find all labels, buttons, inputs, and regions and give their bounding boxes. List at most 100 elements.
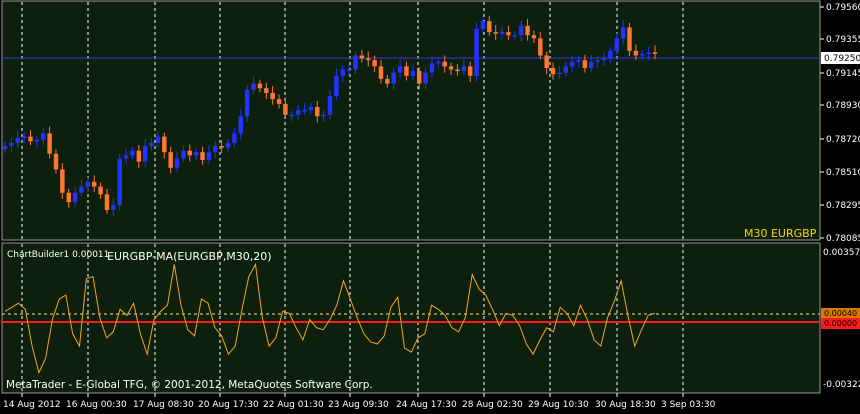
time-tick-label: 14 Aug 2012 <box>3 400 61 410</box>
candle-body <box>346 69 352 72</box>
candle-body <box>123 155 129 159</box>
candle-body <box>467 66 473 76</box>
candle-body <box>283 103 288 115</box>
candle-body <box>423 72 428 84</box>
candle-body <box>455 69 460 72</box>
candle-body <box>257 83 263 89</box>
level-marker-0.0004: 0.00040 <box>821 308 860 319</box>
main-panel[interactable] <box>1 0 821 241</box>
candle-body <box>385 78 390 84</box>
candle-body <box>589 61 594 68</box>
time-tick-label: 30 Aug 18:30 <box>595 400 656 410</box>
candle-body <box>225 142 231 148</box>
price-tick-label: 0.78510 <box>826 168 860 178</box>
candle-body <box>162 136 167 153</box>
candle-body <box>276 99 282 104</box>
candle-body <box>155 136 161 143</box>
candle-body <box>366 58 371 61</box>
candle-body <box>531 35 537 39</box>
candle-body <box>85 181 91 187</box>
candle-body <box>608 50 613 59</box>
candle-body <box>130 150 135 156</box>
candle-body <box>448 66 454 70</box>
candle-body <box>41 133 46 140</box>
candle-body <box>569 61 575 67</box>
candle-body <box>9 142 14 146</box>
time-tick-label: 29 Aug 10:30 <box>528 400 589 410</box>
time-tick-label: 3 Sep 03:30 <box>661 400 716 410</box>
candle-body <box>391 72 396 84</box>
candle-body <box>111 205 116 210</box>
candle-body <box>232 133 237 143</box>
candle-body <box>181 150 186 159</box>
candle-body <box>149 142 154 146</box>
candle-body <box>544 55 549 68</box>
time-tick-label: 17 Aug 08:30 <box>133 400 194 410</box>
copyright-label: MetaTrader - E-Global TFG, © 2001-2012, … <box>6 379 373 391</box>
candle-body <box>474 28 479 76</box>
candle-body <box>2 145 8 150</box>
candle-body <box>264 88 269 93</box>
indicator-formula-label: EURGBP-MA(EURGBP,M30,20) <box>107 250 272 263</box>
price-tick-label: 0.78720 <box>826 135 860 145</box>
candle-body <box>640 53 645 56</box>
candle-body <box>652 52 658 54</box>
candle-body <box>633 50 639 56</box>
time-tick-label: 28 Aug 02:30 <box>462 400 523 410</box>
chart-canvas[interactable]: 0.79560 0.79355 0.79145 0.78930 0.78720 0.785… <box>0 0 860 410</box>
level-label-0.0004: 0.00040 <box>824 309 857 318</box>
price-tick-label: 0.79145 <box>826 69 860 79</box>
time-tick-label: 22 Aug 01:30 <box>263 400 324 410</box>
candle-body <box>487 21 492 33</box>
candle-body <box>410 71 416 76</box>
candle-body <box>627 27 632 51</box>
candle-body <box>518 25 524 36</box>
candle-body <box>315 106 320 117</box>
candle-body <box>270 92 275 100</box>
candle-body <box>461 66 467 72</box>
candle-body <box>378 66 384 79</box>
candle-body <box>219 145 224 148</box>
candle-body <box>436 61 441 64</box>
candle-body <box>480 21 486 29</box>
candle-body <box>308 106 314 111</box>
candle-body <box>72 192 78 203</box>
candle-body <box>442 61 447 67</box>
candle-body <box>557 72 562 75</box>
candle-body <box>168 152 173 168</box>
candle-body <box>493 32 498 34</box>
price-tick-label: 0.78295 <box>826 201 860 211</box>
indicator-panel[interactable] <box>1 242 821 394</box>
time-axis[interactable]: 14 Aug 2012 16 Aug 00:30 17 Aug 08:30 20 Au… <box>3 393 716 410</box>
candle-body <box>512 35 518 37</box>
candle-body <box>506 32 511 36</box>
candle-body <box>174 158 180 168</box>
indicator-scale-label: 0.00357 <box>823 248 860 258</box>
candle-body <box>595 60 600 62</box>
price-tick-label: 0.79355 <box>826 35 860 45</box>
candle-body <box>525 25 530 36</box>
level-label-zero: 0.00000 <box>824 319 857 328</box>
indicator-name-label: ChartBuilder1 0.00011 <box>7 250 109 260</box>
candle-body <box>646 52 651 54</box>
candle-body <box>429 63 435 73</box>
candle-body <box>353 55 358 70</box>
candle-body <box>404 66 409 76</box>
candle-body <box>47 133 52 154</box>
candle-body <box>79 186 84 193</box>
candle-body <box>576 60 581 62</box>
candle-body <box>614 38 619 51</box>
price-tick-label: 0.79560 <box>826 3 860 13</box>
candle-body <box>251 83 256 90</box>
symbol-timeframe-label: M30 EURGBP <box>744 227 817 240</box>
candle-body <box>28 136 33 142</box>
candle-body <box>550 67 556 75</box>
current-price-marker: 0.79250 <box>821 52 860 64</box>
candle-body <box>238 116 244 134</box>
candle-body <box>601 58 607 61</box>
price-scale[interactable]: 0.79560 0.79355 0.79145 0.78930 0.78720 0.785… <box>820 3 860 244</box>
candle-body <box>620 27 626 39</box>
candle-body <box>187 150 193 156</box>
candle-body <box>193 152 199 156</box>
candle-body <box>397 66 403 73</box>
